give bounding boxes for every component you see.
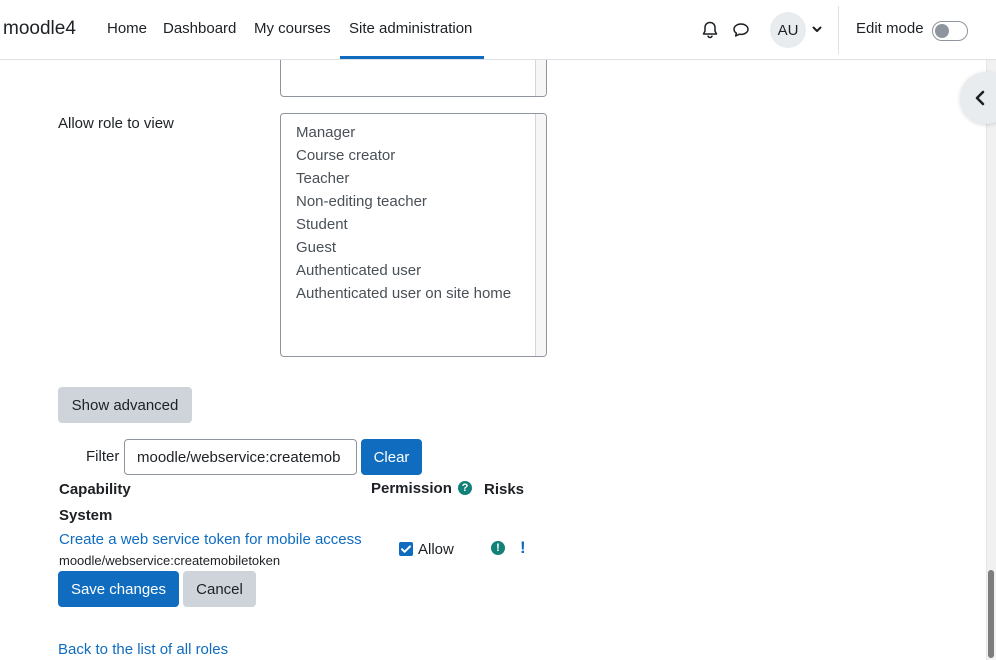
role-option[interactable]: Manager: [296, 124, 355, 141]
navbar-divider: [838, 6, 839, 54]
allow-role-to-view-label: Allow role to view: [58, 115, 174, 132]
role-option[interactable]: Guest: [296, 239, 336, 256]
role-option[interactable]: Authenticated user: [296, 262, 421, 279]
save-changes-button[interactable]: Save changes: [58, 571, 179, 607]
role-option[interactable]: Course creator: [296, 147, 395, 164]
back-to-roles-link[interactable]: Back to the list of all roles: [58, 641, 228, 658]
checkmark-icon: [401, 545, 411, 553]
chevron-left-icon: [975, 90, 985, 106]
filter-label: Filter: [86, 448, 120, 465]
listbox-scrollbar[interactable]: [535, 114, 546, 356]
bell-icon[interactable]: [700, 20, 720, 40]
role-option[interactable]: Non-editing teacher: [296, 193, 427, 210]
nav-home[interactable]: Home: [107, 20, 147, 37]
chat-bubble-icon[interactable]: [731, 20, 751, 40]
toggle-knob: [935, 24, 949, 38]
chevron-down-icon[interactable]: [810, 21, 824, 37]
risk-warning-icon[interactable]: !: [520, 538, 526, 558]
permission-header: Permission: [371, 480, 452, 497]
risk-config-icon[interactable]: !: [491, 541, 505, 555]
edit-mode-label: Edit mode: [856, 20, 924, 37]
show-advanced-button[interactable]: Show advanced: [58, 387, 192, 423]
site-brand[interactable]: moodle4: [3, 18, 76, 40]
capability-name-link[interactable]: Create a web service token for mobile ac…: [59, 531, 362, 548]
allow-role-to-view-listbox[interactable]: Manager Course creator Teacher Non-editi…: [280, 113, 547, 357]
nav-dashboard[interactable]: Dashboard: [163, 20, 236, 37]
clear-filter-button[interactable]: Clear: [361, 439, 422, 475]
allow-label: Allow: [418, 541, 454, 558]
allow-checkbox[interactable]: [399, 542, 413, 556]
help-icon[interactable]: ?: [458, 481, 472, 495]
open-drawer-button[interactable]: [960, 72, 996, 124]
context-group-title: System: [59, 507, 113, 524]
role-option[interactable]: Teacher: [296, 170, 349, 187]
capability-code: moodle/webservice:createmobiletoken: [59, 553, 281, 568]
top-navbar: moodle4 Home Dashboard My courses Site a…: [0, 0, 996, 60]
risks-header: Risks: [484, 481, 525, 498]
nav-active-indicator: [340, 56, 484, 59]
user-avatar[interactable]: AU: [770, 12, 806, 48]
edit-mode-toggle[interactable]: [932, 21, 968, 41]
page-scrollbar-thumb[interactable]: [988, 570, 994, 658]
filter-input[interactable]: [124, 439, 357, 475]
nav-my-courses[interactable]: My courses: [254, 20, 331, 37]
role-option[interactable]: Student: [296, 216, 348, 233]
cancel-button[interactable]: Cancel: [183, 571, 256, 607]
capability-header: Capability: [59, 481, 131, 498]
nav-site-administration[interactable]: Site administration: [349, 20, 472, 37]
role-option[interactable]: Authenticated user on site home: [296, 285, 511, 302]
